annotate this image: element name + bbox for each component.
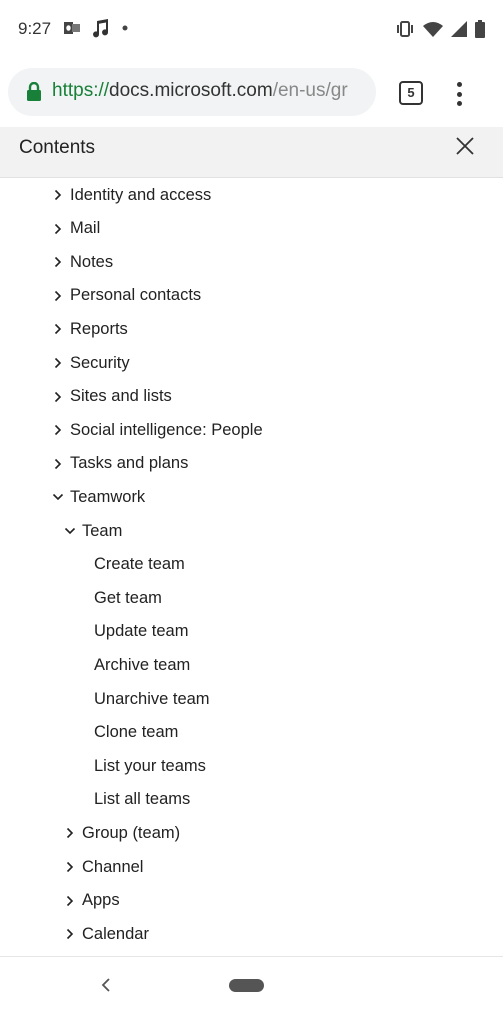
url-text: https://docs.microsoft.com/en-us/gr bbox=[52, 80, 370, 102]
toc-node[interactable]: Social intelligence: People bbox=[52, 413, 263, 447]
chevron-right-icon bbox=[54, 324, 62, 335]
toc-item-label: Team bbox=[82, 521, 123, 540]
dot-icon bbox=[122, 25, 128, 31]
outlook-icon bbox=[64, 22, 80, 34]
status-time: 9:27 bbox=[18, 19, 52, 38]
tab-switcher-button[interactable]: 5 bbox=[399, 81, 423, 105]
music-note-icon bbox=[93, 19, 109, 38]
lock-icon bbox=[27, 82, 41, 101]
chevron-down-icon bbox=[64, 527, 76, 535]
toc-item-label: Clone team bbox=[94, 723, 179, 742]
toc-item-label: Social intelligence: People bbox=[70, 420, 263, 439]
toc-item-label: Calendar bbox=[82, 924, 149, 943]
chevron-right-icon bbox=[54, 458, 62, 469]
toc-list: Identity and access Mail Notes Personal con… bbox=[0, 178, 503, 956]
home-button[interactable] bbox=[229, 979, 264, 992]
toc-link[interactable]: Unarchive team bbox=[94, 682, 210, 716]
toc-item-label: List your teams bbox=[94, 756, 206, 775]
chevron-right-icon bbox=[66, 929, 74, 940]
toc-link[interactable]: Update team bbox=[94, 615, 188, 649]
toc-item-label: Archive team bbox=[94, 655, 191, 674]
toc-item-label: Personal contacts bbox=[70, 286, 202, 305]
vibrate-icon bbox=[397, 21, 413, 37]
close-icon[interactable] bbox=[453, 134, 477, 158]
toc-node[interactable]: Sites and lists bbox=[52, 380, 172, 414]
chevron-right-icon bbox=[54, 290, 62, 301]
back-chevron-icon[interactable] bbox=[98, 976, 114, 994]
chevron-down-icon bbox=[52, 494, 64, 501]
signal-icon bbox=[451, 21, 467, 37]
url-host: docs.microsoft.com bbox=[109, 80, 273, 101]
toc-node[interactable]: Identity and access bbox=[52, 178, 211, 212]
wifi-icon bbox=[423, 22, 443, 37]
toc-item-label: Tasks and plans bbox=[70, 454, 189, 473]
menu-dot-icon bbox=[456, 101, 462, 106]
toc-link[interactable]: Create team bbox=[94, 548, 185, 582]
toc-node[interactable]: Team bbox=[64, 514, 122, 548]
toc-link[interactable]: Archive team bbox=[94, 648, 190, 682]
contents-header: Contents bbox=[0, 127, 503, 178]
toc-node[interactable]: Notes bbox=[52, 245, 113, 279]
toc-node[interactable]: Channel bbox=[64, 850, 143, 884]
toc-node[interactable]: Security bbox=[52, 346, 130, 380]
menu-dot-icon bbox=[456, 91, 462, 97]
chevron-right-icon bbox=[66, 828, 74, 839]
browser-menu-button[interactable] bbox=[446, 80, 472, 108]
contents-title: Contents bbox=[19, 137, 96, 158]
toc-link[interactable]: Clone team bbox=[94, 716, 178, 750]
toc-item-label: Create team bbox=[94, 555, 185, 574]
chevron-right-icon bbox=[54, 425, 62, 436]
toc-node[interactable]: Teamwork bbox=[52, 480, 145, 514]
toc-item-label: List all teams bbox=[94, 790, 191, 809]
toc-link[interactable]: List your teams bbox=[94, 749, 206, 783]
toc-item-label: Security bbox=[70, 353, 130, 372]
toc-item-label: Mail bbox=[70, 219, 101, 238]
toc-node[interactable]: Group (team) bbox=[64, 816, 180, 850]
status-notification-icons bbox=[64, 18, 128, 38]
chevron-right-icon bbox=[54, 223, 62, 234]
toc-link[interactable]: List all teams bbox=[94, 783, 190, 817]
toc-item-label: Update team bbox=[94, 622, 189, 641]
toc-item-label: Reports bbox=[70, 319, 128, 338]
chevron-right-icon bbox=[54, 357, 62, 369]
toc-node[interactable]: Reports bbox=[52, 312, 128, 346]
toc-node[interactable]: Mail bbox=[52, 212, 100, 246]
chevron-right-icon bbox=[66, 895, 74, 906]
toc-node[interactable]: Apps bbox=[64, 884, 120, 918]
toc-item-label: Apps bbox=[82, 891, 120, 910]
chevron-right-icon bbox=[54, 257, 62, 268]
chevron-right-icon bbox=[54, 391, 62, 402]
toc-node[interactable]: Calendar bbox=[64, 917, 149, 951]
toc-node[interactable]: Tasks and plans bbox=[52, 447, 188, 481]
battery-icon bbox=[475, 20, 485, 38]
menu-dot-icon bbox=[456, 82, 462, 87]
toc-link[interactable]: Get team bbox=[94, 581, 162, 615]
toc-item-label: Teamwork bbox=[70, 487, 146, 506]
toc-node[interactable]: Personal contacts bbox=[52, 279, 201, 313]
toc-item-label: Sites and lists bbox=[70, 387, 172, 406]
address-bar[interactable]: https://docs.microsoft.com/en-us/gr bbox=[8, 68, 376, 116]
toc-item-label: Channel bbox=[82, 857, 144, 876]
toc-item-label: Unarchive team bbox=[94, 689, 210, 708]
url-scheme: https:// bbox=[52, 80, 110, 101]
toc-item-label: Get team bbox=[94, 588, 162, 607]
url-path: /en-us/gr bbox=[272, 80, 348, 101]
chevron-right-icon bbox=[54, 189, 62, 201]
status-system-icons bbox=[395, 20, 485, 38]
toc-item-label: Notes bbox=[70, 252, 114, 271]
toc-item-label: Group (team) bbox=[82, 823, 181, 842]
chevron-right-icon bbox=[66, 861, 74, 873]
toc-item-label: Identity and access bbox=[70, 185, 212, 204]
status-bar: 9:27 bbox=[0, 0, 503, 60]
